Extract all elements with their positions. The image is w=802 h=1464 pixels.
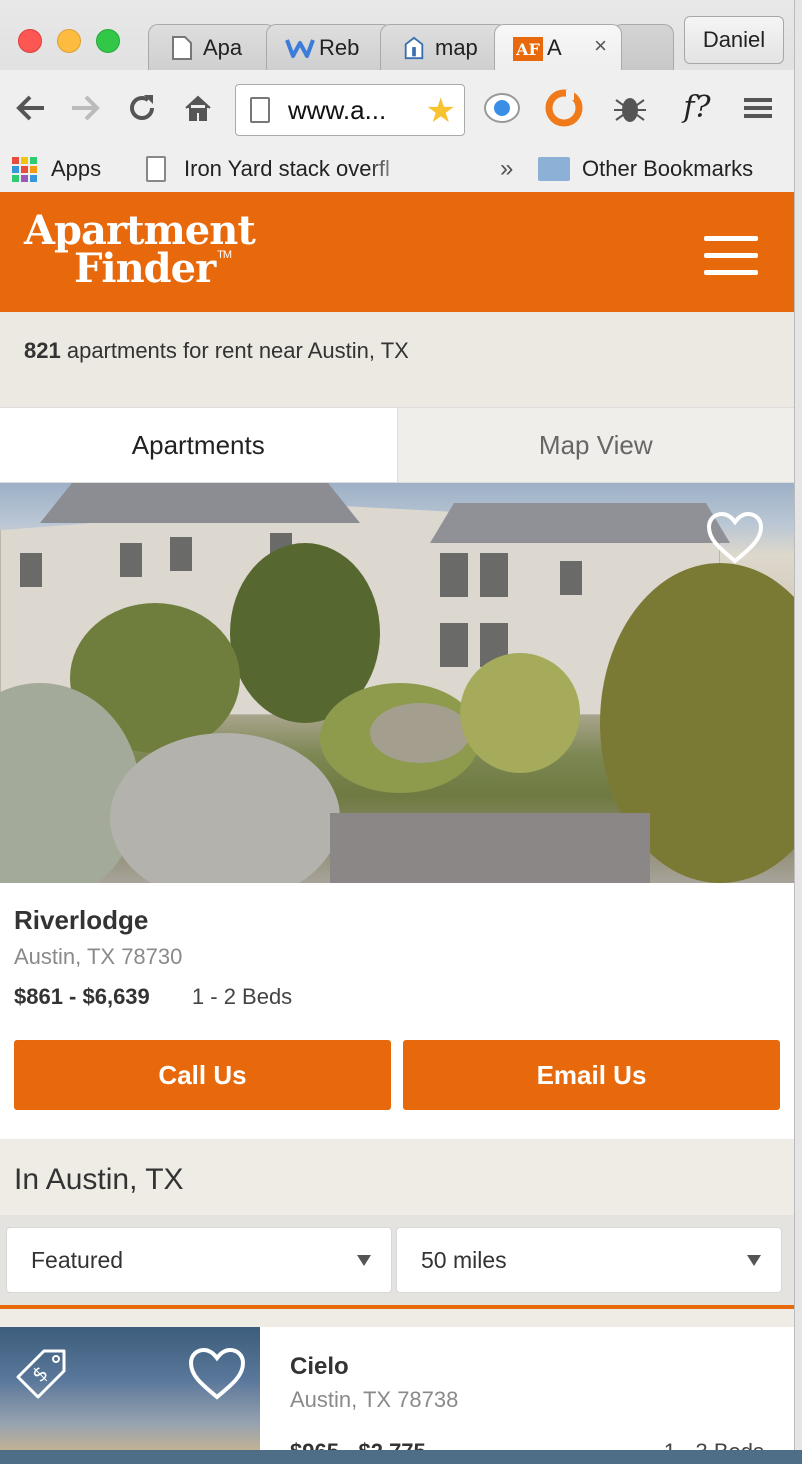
back-arrow-icon[interactable] [14,92,48,124]
favorite-heart-icon[interactable] [188,1347,246,1401]
browser-toolbar: www.a... ★ f? [0,70,794,146]
profile-button[interactable]: Daniel [684,16,784,64]
zoom-window-button[interactable] [96,29,120,53]
page-icon [250,97,270,123]
listing-address: Austin, TX 78730 [14,944,183,969]
listing-price: $861 - $6,639 [14,984,150,1009]
browser-tab-active[interactable]: AF A × [494,24,622,70]
listing-photo[interactable] [0,483,794,883]
map-pin-icon [404,36,424,60]
desktop-dock-edge [0,1450,802,1464]
background-window-edge [794,0,802,1464]
tab-label: Apa [203,34,243,60]
email-us-button[interactable]: Email Us [403,1040,780,1110]
forward-arrow-icon[interactable] [68,92,102,124]
featured-listing: Riverlodge Austin, TX 78730 $861 - $6,63… [0,883,794,1139]
tab-map-view[interactable]: Map View [396,408,794,482]
font-extension-icon[interactable]: f? [672,86,722,130]
page-icon [172,36,192,60]
svg-text:$: $ [27,1361,53,1387]
tab-label: Reb [319,34,360,60]
logo-line-2: Finder TM [74,245,232,292]
close-window-button[interactable] [18,29,42,53]
apps-label: Apps [51,156,102,181]
call-us-button[interactable]: Call Us [14,1040,391,1110]
listings-section: In Austin, TX Featured 50 miles [0,1139,794,1327]
other-bookmarks-label: Other Bookmarks [582,156,754,181]
results-summary: 821 apartments for rent near Austin, TX [0,312,794,408]
minimize-window-button[interactable] [57,29,81,53]
listing-thumbnail[interactable]: $ [0,1327,260,1450]
dropdown-caret-icon [747,1255,761,1266]
orange-ring-extension-icon[interactable] [544,86,584,130]
browser-tab-1[interactable]: Apa [148,24,276,70]
listing-price: $965 - $2,775 [290,1439,426,1450]
listing-name[interactable]: Riverlodge [14,905,780,936]
distance-value: 50 miles [421,1246,507,1273]
other-bookmarks-folder[interactable]: Other Bookmarks [538,152,753,186]
reload-icon[interactable] [126,92,158,124]
favorite-heart-icon[interactable] [706,511,764,565]
bookmark-iron-yard[interactable]: Iron Yard stack overfl [146,152,414,186]
url-text: www.a... [288,94,387,125]
tab-label: map [435,34,478,60]
dropdown-caret-icon [357,1255,371,1266]
orange-divider [0,1305,794,1309]
listing-beds: 1 - 2 Beds [191,984,293,1009]
address-bar[interactable]: www.a... ★ [235,84,465,136]
section-title: In Austin, TX [14,1163,184,1196]
bookmarks-overflow-button[interactable]: » [500,152,513,186]
listing-price-row: $861 - $6,639 1 - 2 Beds [14,984,780,1010]
page-viewport: Apartment Finder TM 821 apartments for re… [0,192,794,1450]
close-tab-icon[interactable]: × [594,33,607,59]
listing-name[interactable]: Cielo [290,1353,349,1381]
listing-card[interactable]: $ Cielo Austin, TX 78738 $965 - $2,775 1… [0,1327,794,1450]
sort-value: Featured [31,1246,124,1273]
bug-extension-icon[interactable] [610,86,650,130]
contact-buttons: Call Us Email Us [14,1040,780,1110]
listing-address: Austin, TX 78738 [290,1387,459,1412]
apartment-finder-logo[interactable]: Apartment Finder TM [24,211,256,292]
page-icon [146,156,166,182]
results-count: 821 [24,338,61,363]
filter-bar: Featured 50 miles [0,1215,794,1307]
listing-beds: 1 - 3 Beds [664,1439,764,1450]
sort-select[interactable]: Featured [6,1227,392,1293]
af-logo-icon: AF [513,37,543,61]
menu-icon[interactable] [738,86,778,130]
folder-icon [538,157,570,181]
apps-grid-icon [12,156,37,182]
bookmark-star-icon[interactable]: ★ [426,91,456,131]
w-logo-icon [285,39,315,58]
home-icon[interactable] [182,92,214,124]
tab-apartments[interactable]: Apartments [0,408,397,482]
view-tabs: Apartments Map View [0,408,794,483]
site-header: Apartment Finder TM [0,192,794,312]
apps-bookmark[interactable]: Apps [12,152,101,186]
distance-select[interactable]: 50 miles [396,1227,782,1293]
chat-extension-icon[interactable] [482,86,522,130]
bookmarks-bar: Apps Iron Yard stack overfl » Other Book… [0,146,794,192]
results-text: apartments for rent near Austin, TX [66,338,409,363]
browser-chrome: Apa Reb map AF A × Daniel www.a... ★ f? [0,0,794,192]
price-tag-icon: $ [16,1349,66,1399]
hamburger-menu-icon[interactable] [704,236,758,275]
browser-tab-2[interactable]: Reb [266,24,394,70]
trademark-mark: TM [217,249,232,261]
browser-tab-3[interactable]: map [380,24,508,70]
bookmark-label: Iron Yard stack overfl [184,156,390,181]
tab-label: A [547,34,562,60]
